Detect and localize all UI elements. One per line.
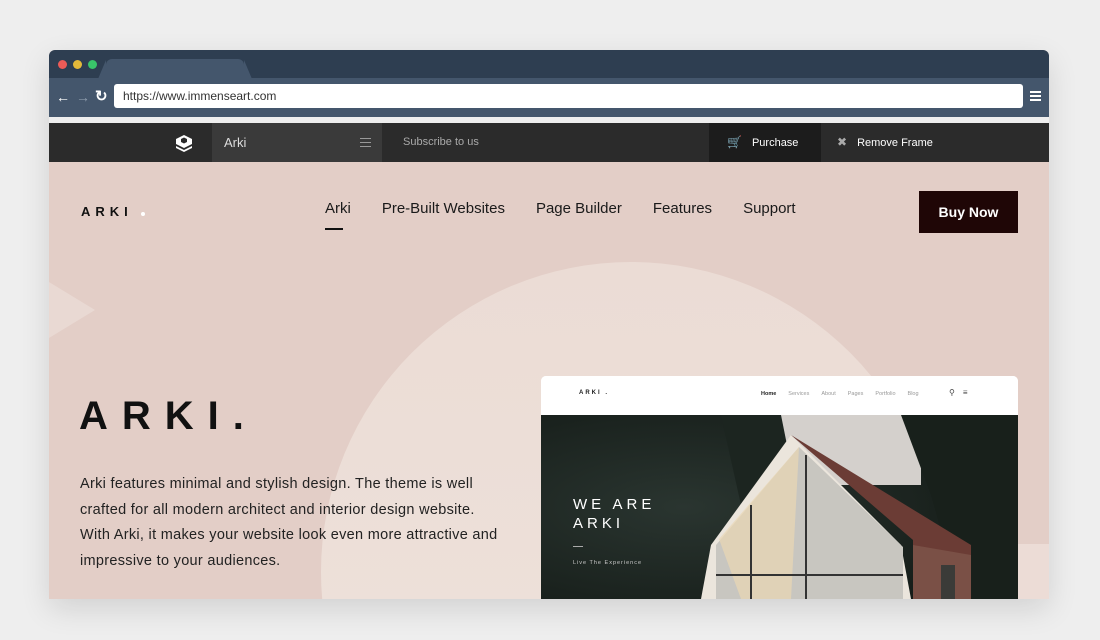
close-icon: ✖ [837,135,848,149]
list-icon [360,138,371,147]
purchase-label: Purchase [751,137,799,149]
preview-subheading: Live The Experience [573,560,643,566]
theme-select[interactable]: Arki [212,123,382,162]
theme-preview-image: ARKI . Home Services About Pages Portfol… [541,376,1018,599]
url-input[interactable]: https://www.immenseart.com [114,84,1023,108]
buy-now-button[interactable]: Buy Now [919,191,1018,233]
preview-link-portfolio: Portfolio [875,391,896,397]
preview-heading: WE ARE ARKI [573,495,655,533]
nav-item-arki[interactable]: Arki [325,200,351,230]
nav-item-page-builder[interactable]: Page Builder [536,200,622,217]
preview-logo: ARKI . [579,390,609,396]
website-content: ARKI Arki Pre-Built Websites Page Builde… [49,162,1049,599]
preview-heading-line2: ARKI [573,515,625,532]
cart-icon: 🛒 [727,135,742,149]
browser-tab[interactable] [98,59,252,79]
cube-logo-icon [176,135,192,152]
minimize-window-button[interactable] [73,60,82,69]
address-bar: ← → ↻ https://www.immenseart.com [49,78,1049,117]
decorative-triangle [49,282,95,338]
nav-item-support[interactable]: Support [743,200,796,217]
theme-select-value: Arki [224,135,247,150]
search-icon: ⚲ [949,388,955,397]
purchase-button[interactable]: 🛒 Purchase [709,123,821,162]
hamburger-icon[interactable] [1030,91,1041,101]
hero-description: Arki features minimal and stylish design… [80,476,498,569]
preview-nav: ARKI . Home Services About Pages Portfol… [541,376,1018,415]
hero-title: ARKI. [79,394,258,438]
window-controls [58,60,97,69]
preview-link-about: About [821,391,836,397]
arrow-right-icon[interactable]: → [76,88,90,106]
preview-divider [573,546,583,547]
preview-link-home: Home [761,391,777,397]
preview-heading-line1: WE ARE [573,496,656,513]
nav-item-features[interactable]: Features [653,200,712,217]
menu-icon: ≡ [962,388,968,397]
reload-icon[interactable]: ↻ [95,88,108,106]
logo-dot [141,212,145,216]
preview-link-blog: Blog [907,391,919,397]
preview-link-services: Services [788,391,810,397]
remove-frame-label: Remove Frame [857,137,933,149]
site-nav: Arki Pre-Built Websites Page Builder Fea… [325,200,827,230]
subscribe-link[interactable]: Subscribe to us [403,123,479,162]
browser-tab-bar [49,50,1049,79]
maximize-window-button[interactable] [88,60,97,69]
arrow-left-icon[interactable]: ← [56,88,70,106]
nav-item-pre-built-websites[interactable]: Pre-Built Websites [382,200,505,217]
close-window-button[interactable] [58,60,67,69]
site-logo[interactable]: ARKI [81,204,133,219]
house-photo: WE ARE ARKI Live The Experience [541,415,1018,599]
preview-links: Home Services About Pages Portfolio Blog [761,391,919,397]
preview-link-pages: Pages [847,391,864,397]
preview-icons: ⚲ ≡ [949,388,968,397]
remove-frame-button[interactable]: ✖ Remove Frame [837,123,933,163]
theme-preview-bar: Arki Subscribe to us 🛒 Purchase ✖ Remove F… [49,123,1049,162]
browser-window: ← → ↻ https://www.immenseart.com Arki Su… [49,50,1049,599]
